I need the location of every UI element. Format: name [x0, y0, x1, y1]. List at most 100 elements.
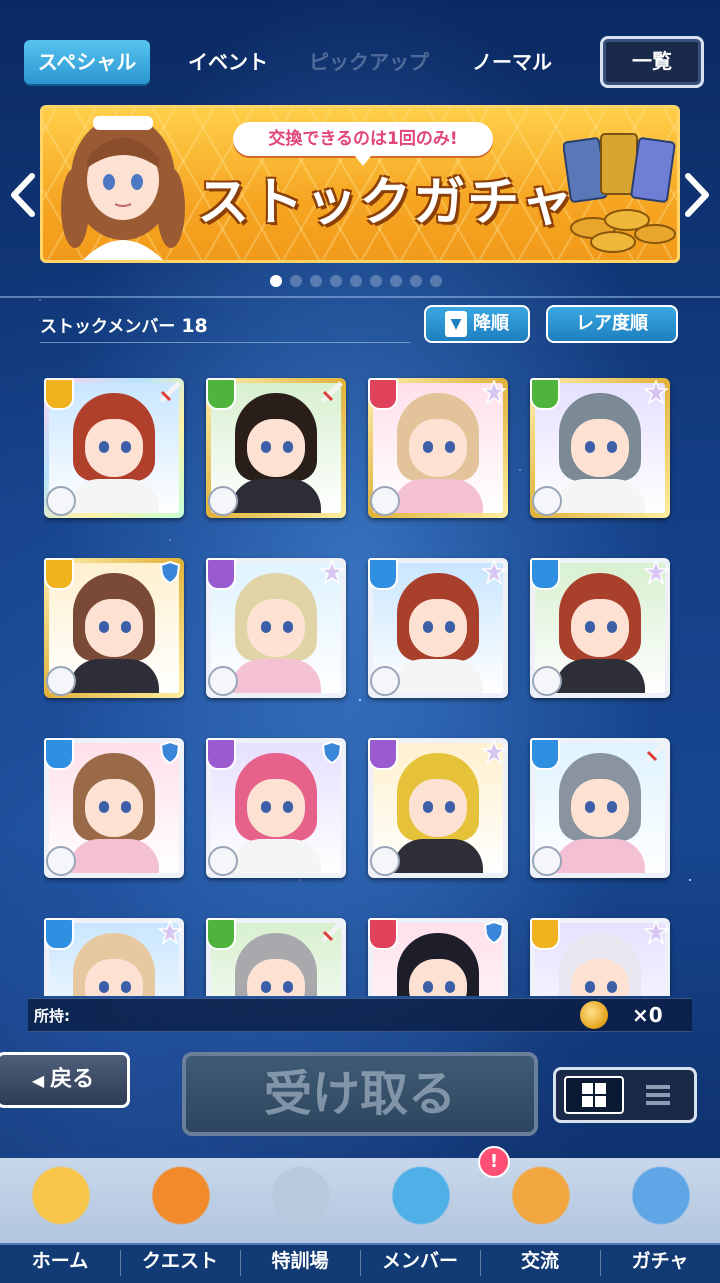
member-card[interactable]	[44, 918, 184, 996]
nav-item[interactable]: ホーム	[0, 1158, 120, 1281]
member-card[interactable]	[44, 738, 184, 878]
grid-view-button[interactable]	[564, 1076, 624, 1114]
member-card[interactable]	[206, 558, 346, 698]
portrait-face	[247, 419, 305, 477]
stock-members-count: 18	[181, 315, 208, 337]
member-card[interactable]	[44, 378, 184, 518]
member-card[interactable]	[206, 738, 346, 878]
portrait-eye	[99, 981, 109, 993]
page-dot	[410, 275, 422, 287]
star-role-icon	[158, 920, 182, 944]
sword-skill-icon	[46, 846, 76, 876]
banner-title: ストックガチャ	[197, 173, 575, 233]
attribute-blue-icon	[44, 738, 74, 770]
member-card[interactable]	[530, 918, 670, 996]
portrait-eye	[99, 441, 109, 453]
member-card[interactable]	[368, 378, 508, 518]
gear-skill-icon	[532, 846, 562, 876]
shield-role-icon	[483, 920, 505, 944]
portrait-eye	[283, 981, 293, 993]
receive-button[interactable]: 受け取る	[182, 1052, 538, 1136]
attribute-blue-icon	[368, 558, 398, 590]
page-dot	[430, 275, 442, 287]
tab-normal[interactable]: ノーマル	[460, 40, 564, 84]
banner-once-only-notice: 交換できるのは1回のみ!	[233, 122, 493, 166]
tab-special[interactable]: スペシャル	[24, 40, 150, 84]
banner-next-arrow-icon[interactable]	[682, 170, 712, 220]
portrait-outfit	[231, 839, 321, 873]
portrait-eye	[585, 981, 595, 993]
portrait-face	[409, 779, 467, 837]
nav-item[interactable]: 特訓場	[240, 1158, 360, 1281]
banner-prev-arrow-icon[interactable]	[8, 170, 38, 220]
sort-order-label: 降順	[473, 313, 509, 334]
back-button[interactable]: ◀ 戻る	[0, 1052, 130, 1108]
portrait-outfit	[393, 479, 483, 513]
nav-separator	[120, 1250, 121, 1276]
member-card[interactable]	[530, 558, 670, 698]
banner-page-indicator	[270, 272, 450, 287]
school-icon	[28, 1164, 94, 1234]
portrait-eye	[607, 621, 617, 633]
view-toggle	[553, 1067, 697, 1123]
devil-icon	[148, 1164, 214, 1234]
bottom-navigation: ホーム クエスト 特訓場 メンバー 交流 ガチャ	[0, 1158, 720, 1283]
sword-skill-icon	[370, 846, 400, 876]
portrait-eye	[283, 801, 293, 813]
nav-item-label: ホーム	[31, 1250, 89, 1272]
page-dot	[350, 275, 362, 287]
page-dot	[370, 275, 382, 287]
star-role-icon	[320, 560, 344, 584]
attribute-green-icon	[206, 918, 236, 950]
chevron-double-down-icon: ▼	[445, 311, 467, 337]
tab-pickup[interactable]: ピックアップ	[300, 40, 438, 84]
attribute-purple-icon	[206, 738, 236, 770]
list-view-button[interactable]	[628, 1076, 688, 1114]
sort-key-button[interactable]: レア度順	[546, 305, 678, 343]
hammer-skill-icon	[208, 846, 238, 876]
page-dot	[290, 275, 302, 287]
nav-item[interactable]: クエスト	[120, 1158, 240, 1281]
portrait-eye	[423, 801, 433, 813]
star-role-icon	[482, 380, 506, 404]
nav-separator	[600, 1250, 601, 1276]
stock-label-underline	[40, 342, 410, 343]
portrait-eye	[121, 441, 131, 453]
gacha-tickets-icon	[563, 133, 676, 253]
portrait-eye	[607, 441, 617, 453]
portrait-outfit	[393, 659, 483, 693]
category-tabs: スペシャル イベント ピックアップ ノーマル 一覧	[0, 0, 720, 100]
stock-gacha-banner[interactable]: 交換できるのは1回のみ! ストックガチャ	[40, 105, 680, 263]
portrait-eye	[585, 621, 595, 633]
sword-skill-icon	[370, 486, 400, 516]
nav-item[interactable]: メンバー	[360, 1158, 480, 1281]
stock-members-text: ストックメンバー	[40, 317, 176, 337]
member-card[interactable]	[530, 738, 670, 878]
member-card[interactable]	[44, 558, 184, 698]
sword-skill-icon	[532, 666, 562, 696]
nav-item[interactable]: ガチャ	[600, 1158, 720, 1281]
tab-event[interactable]: イベント	[176, 40, 280, 84]
attribute-green-icon	[206, 378, 236, 410]
member-card[interactable]	[206, 918, 346, 996]
list-button[interactable]: 一覧	[600, 36, 704, 88]
portrait-eye	[121, 801, 131, 813]
member-card[interactable]	[530, 378, 670, 518]
owned-quantity: ×0	[632, 1003, 663, 1027]
sort-order-button[interactable]: ▼ 降順	[424, 305, 530, 343]
member-card[interactable]	[368, 558, 508, 698]
portrait-outfit	[69, 839, 159, 873]
star-role-icon	[644, 380, 668, 404]
member-card[interactable]	[368, 738, 508, 878]
portrait-eye	[423, 981, 433, 993]
portrait-eye	[423, 621, 433, 633]
portrait-face	[571, 419, 629, 477]
nav-item-label: クエスト	[141, 1250, 218, 1272]
member-card[interactable]	[368, 918, 508, 996]
portrait-eye	[261, 801, 271, 813]
member-card[interactable]	[206, 378, 346, 518]
sword-skill-icon	[46, 666, 76, 696]
portrait-eye	[99, 801, 109, 813]
portrait-outfit	[555, 659, 645, 693]
nav-item-label: 特訓場	[271, 1250, 329, 1272]
